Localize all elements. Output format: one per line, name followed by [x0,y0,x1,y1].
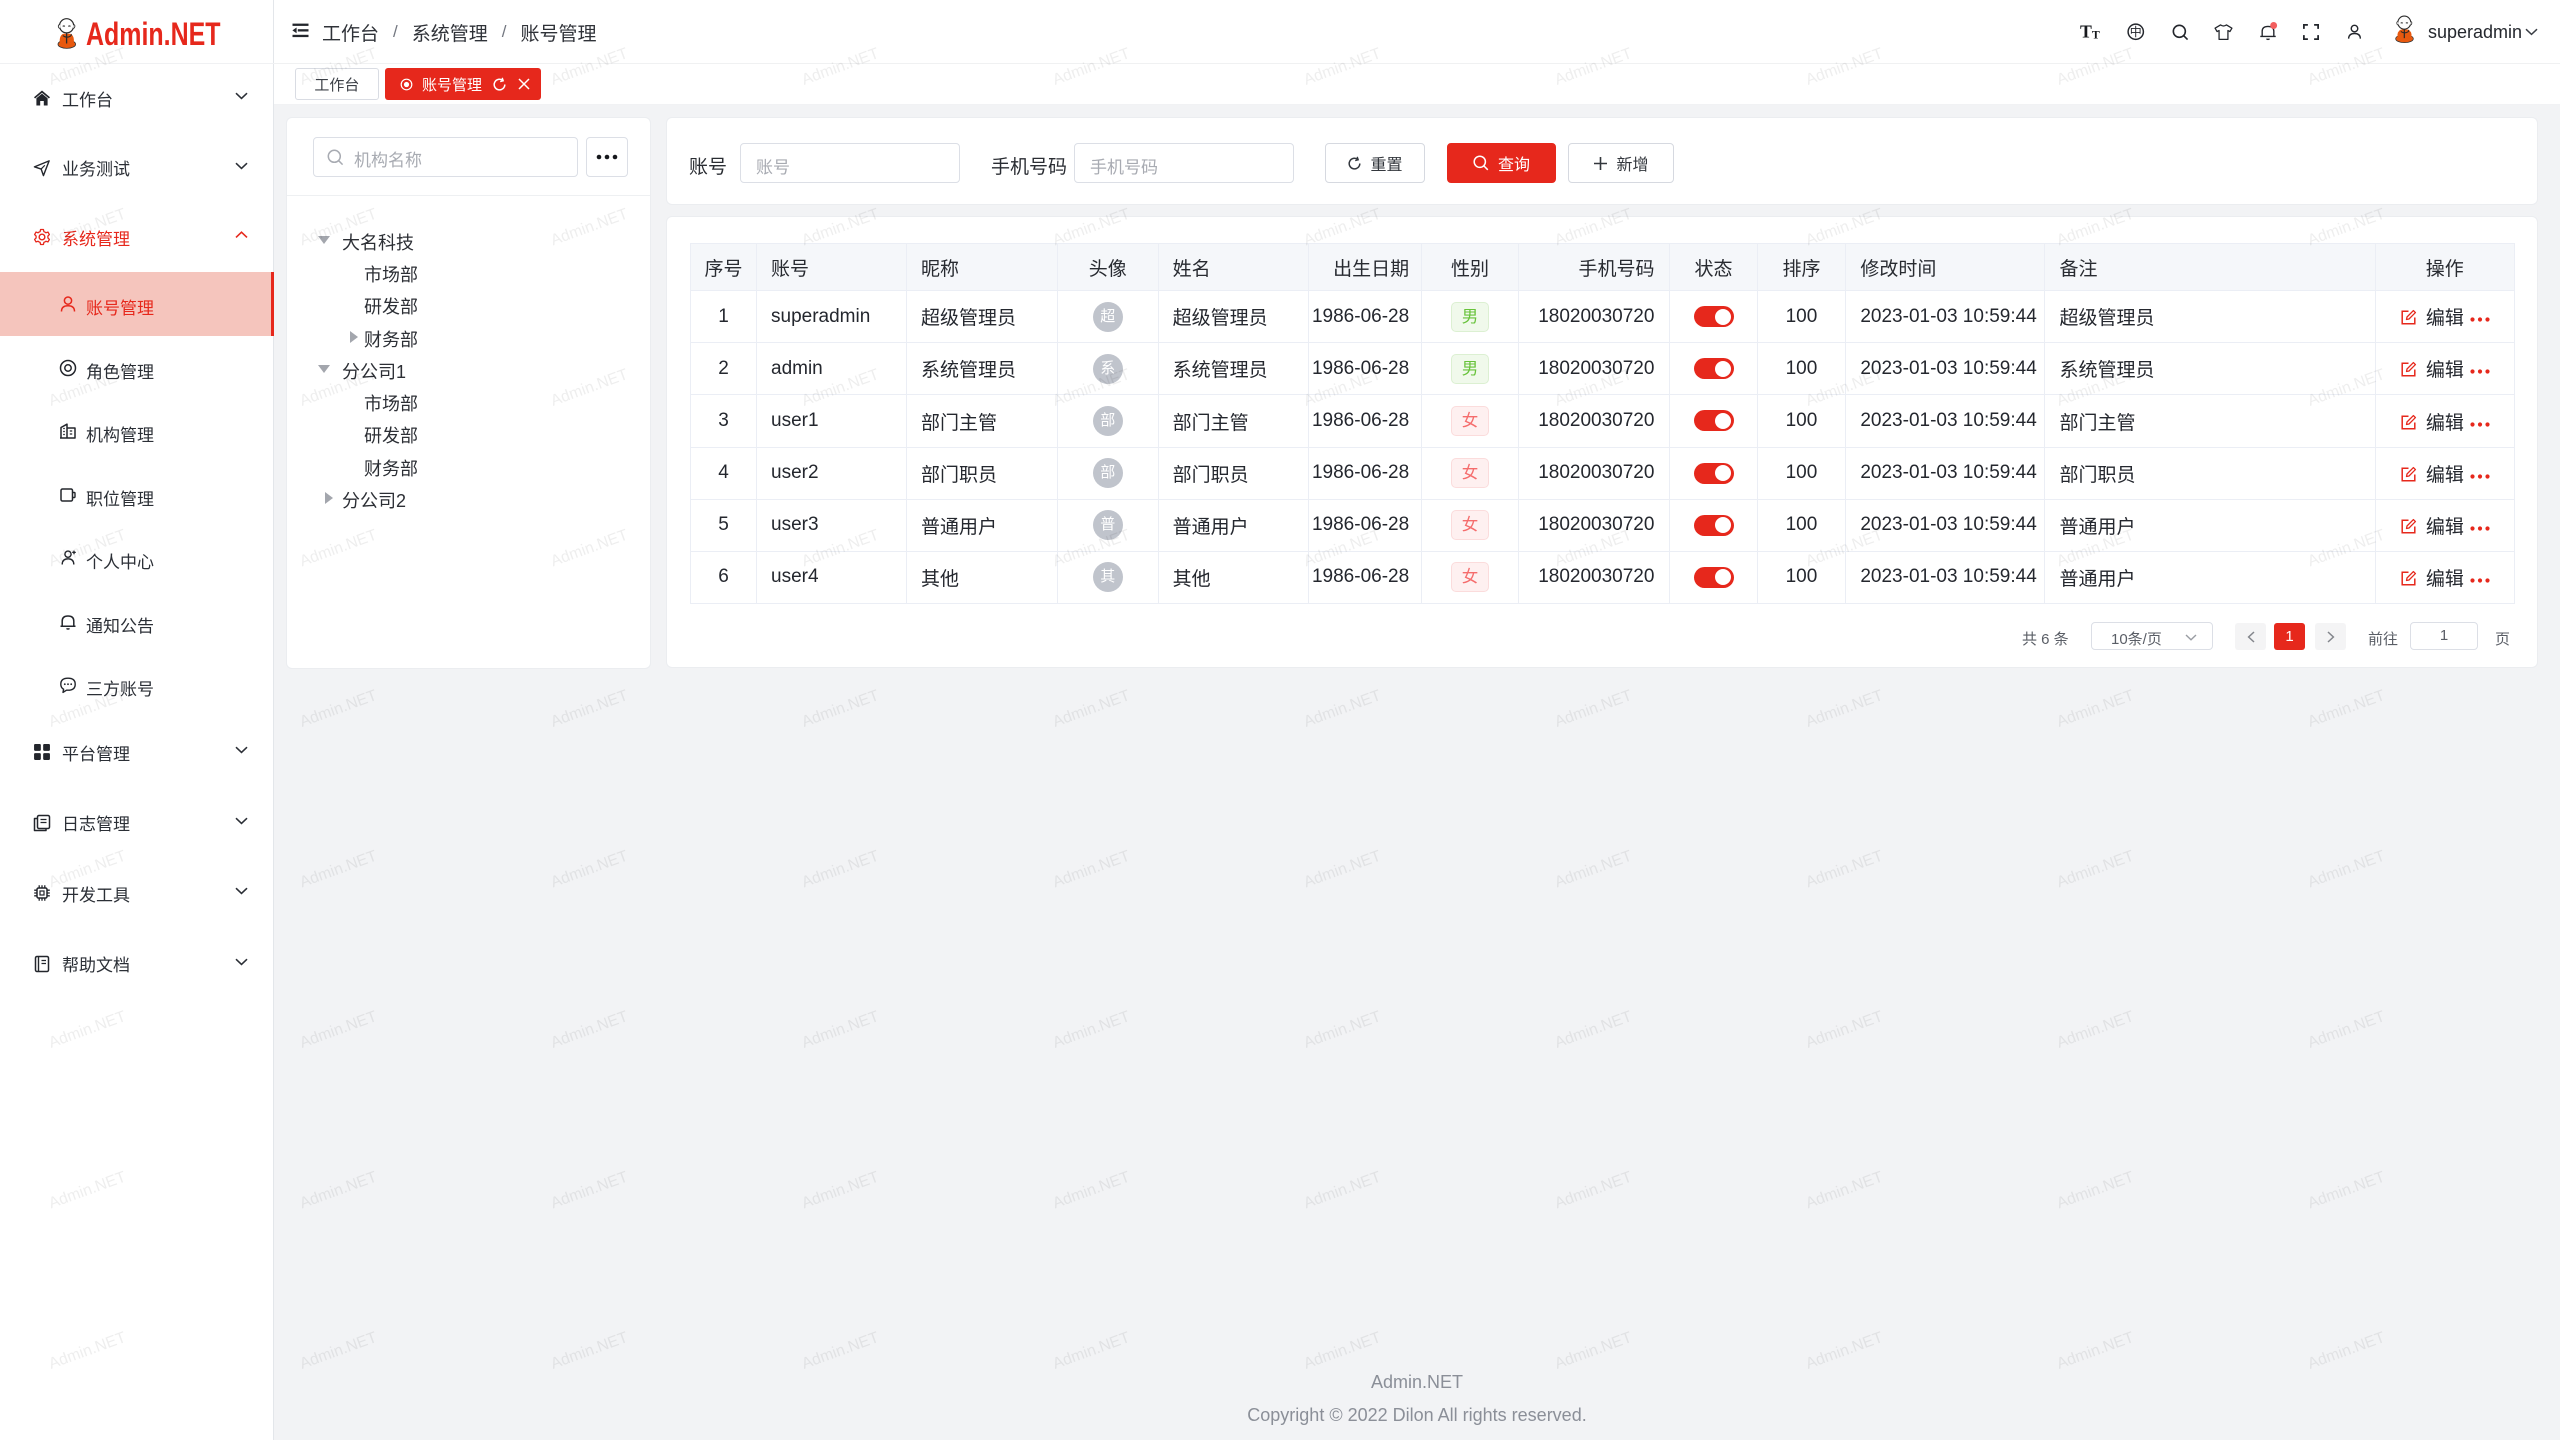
svg-text:T: T [2092,27,2100,41]
svg-text:T: T [2080,23,2092,41]
svg-text:中: 中 [2130,24,2142,39]
